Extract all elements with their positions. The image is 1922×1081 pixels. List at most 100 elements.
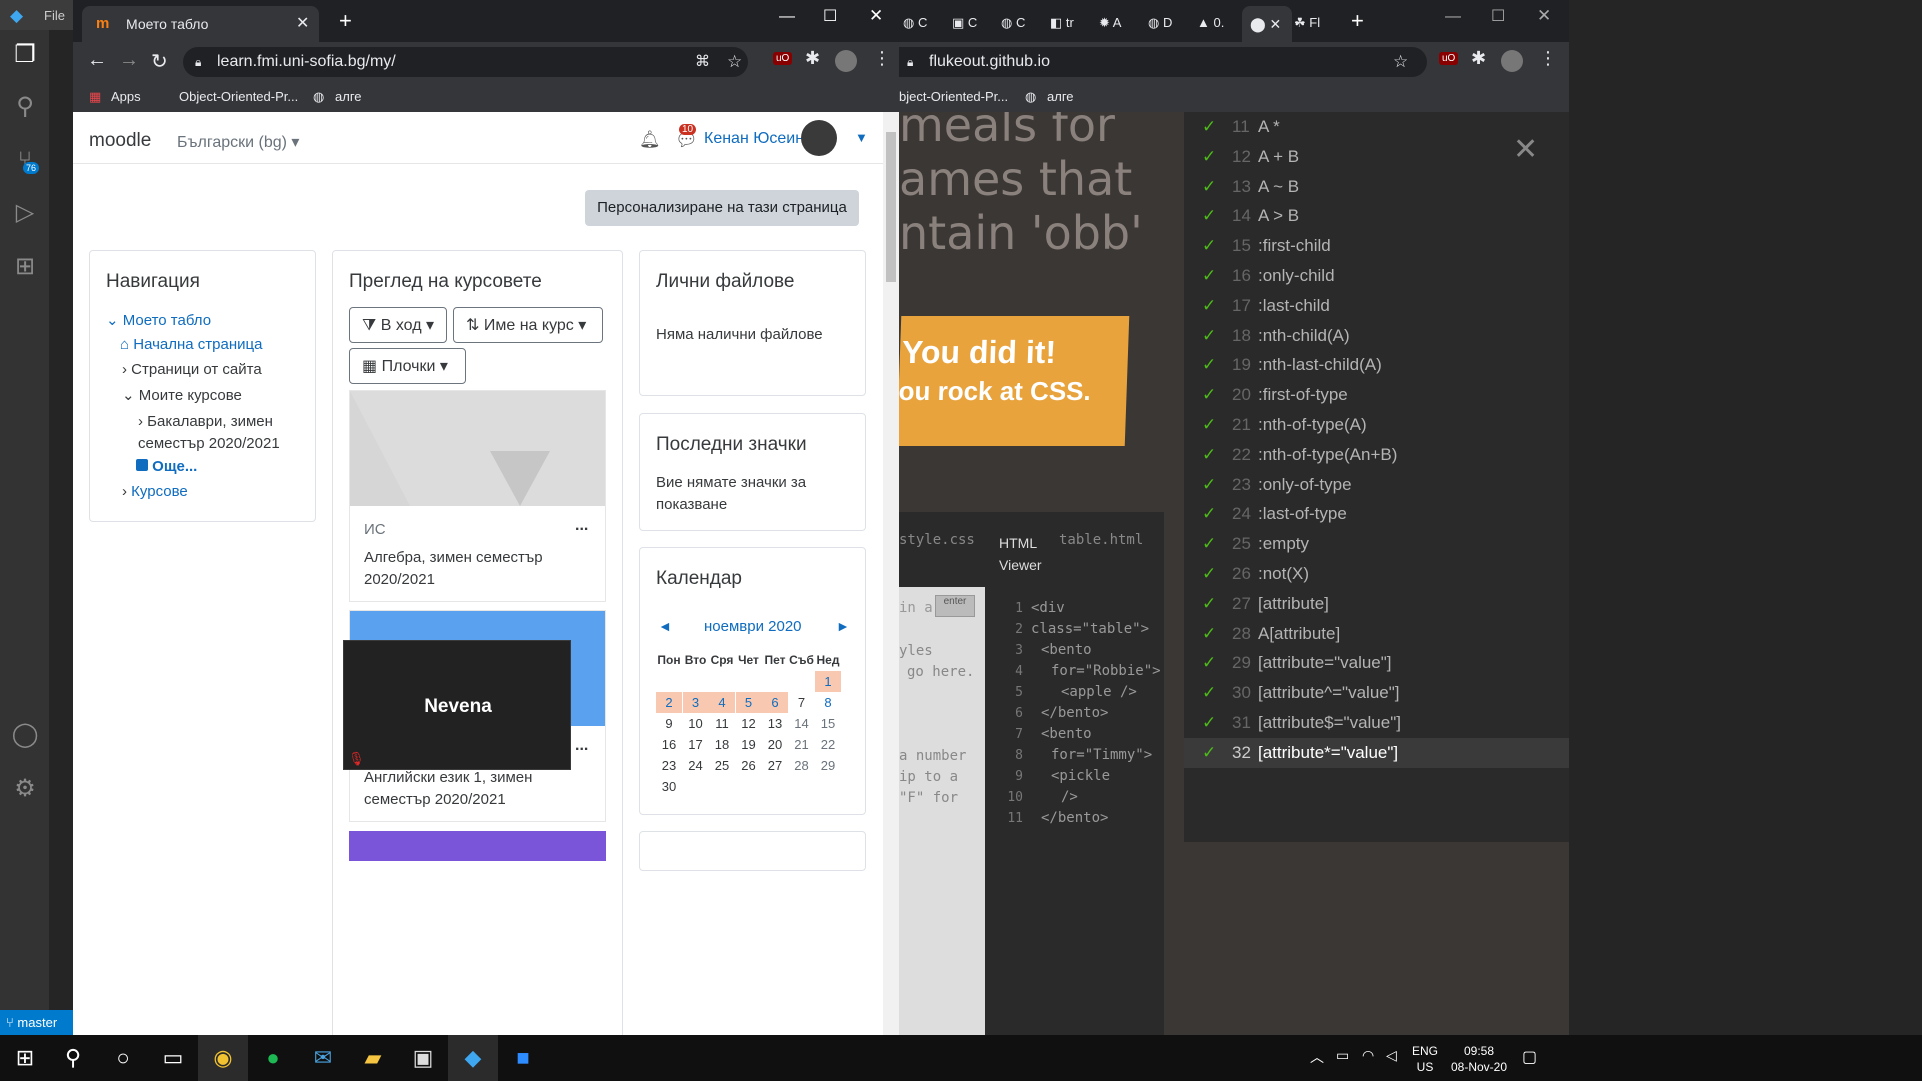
calendar-day[interactable]: 26 [736, 755, 762, 776]
extensions-puzzle-icon-right[interactable]: ✱ [1471, 48, 1486, 69]
tab-right[interactable]: ▲ 0. [1193, 8, 1224, 38]
bookmark-alge[interactable]: алге [335, 89, 362, 104]
spotify-taskbar-icon[interactable]: ● [248, 1035, 298, 1081]
nav-courses[interactable]: › Курсове [122, 483, 188, 500]
mail-taskbar-icon[interactable]: ✉ [298, 1035, 348, 1081]
calendar-day[interactable]: 18 [709, 734, 735, 755]
search-icon[interactable]: ⚲ [10, 92, 40, 122]
level-item[interactable]: ✓ 13 A ~ B [1202, 172, 1299, 202]
calendar-day[interactable]: 5 [735, 692, 762, 713]
active-tab-right[interactable]: ⬤ ✕ [1242, 6, 1292, 42]
level-item[interactable]: ✓ 30 [attribute^="value"] [1202, 678, 1400, 708]
tab-right[interactable]: ◍ D [1144, 8, 1172, 38]
nav-more[interactable]: Още... [136, 458, 197, 475]
bookmark-alge-right[interactable]: алге [1047, 89, 1074, 104]
cortana-icon[interactable]: ○ [98, 1035, 148, 1081]
language-menu[interactable]: Български (bg) ▾ [177, 132, 299, 152]
page-scrollbar[interactable] [883, 112, 899, 1035]
file-explorer-taskbar-icon[interactable]: ▰ [348, 1035, 398, 1081]
video-call-tile[interactable]: Nevena 🎙︎ [343, 640, 571, 770]
calendar-next-icon[interactable]: ► [836, 618, 850, 634]
level-item[interactable]: ✓ 24:last-of-type [1202, 499, 1347, 529]
calendar-day[interactable]: 8 [815, 692, 841, 713]
calendar-day[interactable]: 27 [762, 755, 788, 776]
tab-moodle[interactable]: m Моето табло ✕ [82, 6, 319, 42]
close-icon-right[interactable]: ✕ [1537, 6, 1551, 26]
nav-my-courses[interactable]: ⌄ Моите курсове [122, 386, 242, 404]
level-item[interactable]: ✓ 31 [attribute$="value"] [1202, 708, 1401, 738]
calendar-day[interactable]: 1 [815, 671, 841, 692]
menu-kebab-icon-right[interactable]: ⋮ [1539, 48, 1557, 69]
calendar-day[interactable]: 21 [789, 734, 815, 755]
tab-right[interactable]: ◍ C [899, 8, 927, 38]
level-item[interactable]: ✓ 21:nth-of-type(A) [1202, 410, 1367, 440]
bookmark-oop[interactable]: Object-Oriented-Pr... [179, 89, 298, 104]
vscode-taskbar-icon[interactable]: ◆ [448, 1035, 498, 1081]
calendar-day[interactable]: 15 [815, 713, 841, 734]
level-item[interactable]: ✓ 27 [attribute] [1202, 589, 1329, 619]
course-2-menu-icon[interactable]: ... [575, 737, 588, 755]
window-close-icon[interactable]: ✕ [869, 6, 883, 26]
nav-dashboard[interactable]: ⌄ Моето табло [106, 311, 211, 329]
user-name[interactable]: Кенан Юсеин [704, 130, 804, 148]
nav-site-pages[interactable]: › Страници от сайта [122, 361, 262, 378]
bookmark-star-icon-right[interactable]: ☆ [1393, 47, 1408, 77]
tab-right[interactable]: ▣ C [948, 8, 977, 38]
maximize-icon-right[interactable]: ☐ [1491, 6, 1505, 26]
menu-kebab-icon[interactable]: ⋮ [873, 48, 891, 69]
calendar-day[interactable]: 2 [656, 692, 682, 713]
css-editor[interactable]: in a enter yles go here. a number ip to … [899, 587, 985, 1035]
volume-icon[interactable]: ◁ [1386, 1047, 1397, 1064]
user-avatar[interactable] [801, 120, 837, 156]
course-card-3-image[interactable] [349, 831, 606, 861]
calendar-day[interactable]: 22 [815, 734, 841, 755]
action-center-icon[interactable]: ▢ [1522, 1047, 1537, 1067]
calendar-day[interactable]: 6 [762, 692, 788, 713]
level-item[interactable]: ✓ 20:first-of-type [1202, 380, 1348, 410]
wifi-icon[interactable]: ◠ [1362, 1047, 1374, 1064]
windows-start-icon[interactable]: ⊞ [0, 1035, 50, 1081]
level-item[interactable]: ✓ 12 A + B [1202, 142, 1299, 172]
css-input[interactable]: in a [899, 600, 933, 616]
calendar-day[interactable]: 24 [683, 755, 709, 776]
calendar-prev-icon[interactable]: ◄ [658, 618, 672, 634]
chrome-taskbar-icon[interactable]: ◉ [198, 1035, 248, 1081]
tab-right[interactable]: ◧ tr [1046, 8, 1074, 38]
battery-icon[interactable]: ▭ [1336, 1047, 1349, 1064]
calendar-day[interactable]: 16 [656, 734, 682, 755]
level-item[interactable]: ✓ 22:nth-of-type(An+B) [1202, 440, 1397, 470]
nav-bachelor[interactable]: › Бакалаври, зимен семестър 2020/2021 [138, 411, 280, 455]
tab-close-icon[interactable]: ✕ [296, 6, 309, 42]
calendar-day[interactable]: 20 [762, 734, 788, 755]
explorer-icon[interactable]: ❐ [10, 40, 40, 70]
calendar-day[interactable]: 23 [656, 755, 682, 776]
level-item[interactable]: ✓ 32 [attribute*="value"] [1184, 737, 1569, 768]
calendar-month[interactable]: ноември 2020 [704, 618, 802, 635]
extensions-puzzle-icon[interactable]: ✱ [805, 48, 820, 69]
level-item[interactable]: ✓ 14 A > B [1202, 201, 1299, 231]
extensions-icon[interactable]: ⊞ [10, 252, 40, 282]
new-tab-icon-right[interactable]: + [1351, 8, 1364, 34]
language-indicator[interactable]: ENG US [1412, 1043, 1438, 1075]
level-item[interactable]: ✓ 16:only-child [1202, 261, 1335, 291]
zoom-taskbar-icon[interactable]: ■ [498, 1035, 548, 1081]
nav-home[interactable]: ⌂ Начална страница [120, 336, 262, 353]
filter-dropdown[interactable]: ⧩ В ход ▾ [349, 307, 447, 343]
tab-right[interactable]: ◍ C [997, 8, 1025, 38]
branch-name[interactable]: master [17, 1015, 57, 1030]
level-item[interactable]: ✓ 11 A * [1202, 112, 1280, 142]
calendar-day[interactable]: 19 [736, 734, 762, 755]
clock[interactable]: 09:58 08-Nov-20 [1446, 1043, 1512, 1075]
level-item[interactable]: ✓ 17:last-child [1202, 291, 1330, 321]
level-item[interactable]: ✓ 29 [attribute="value"] [1202, 648, 1392, 678]
close-levels-icon[interactable]: ✕ [1513, 132, 1538, 167]
minimize-icon-right[interactable]: — [1445, 8, 1461, 26]
level-item[interactable]: ✓ 23:only-of-type [1202, 470, 1352, 500]
calendar-day[interactable]: 7 [789, 692, 815, 713]
course-1-name[interactable]: Алгебра, зимен семестър 2020/2021 [364, 547, 584, 591]
enter-button[interactable]: enter [935, 595, 975, 617]
course-2-name[interactable]: Английски език 1, зимен семестър 2020/20… [364, 767, 584, 811]
bookmark-oop-right[interactable]: bject-Oriented-Pr... [899, 89, 1008, 104]
new-tab-icon[interactable]: + [339, 8, 352, 34]
account-icon[interactable]: ◯ [10, 720, 40, 750]
